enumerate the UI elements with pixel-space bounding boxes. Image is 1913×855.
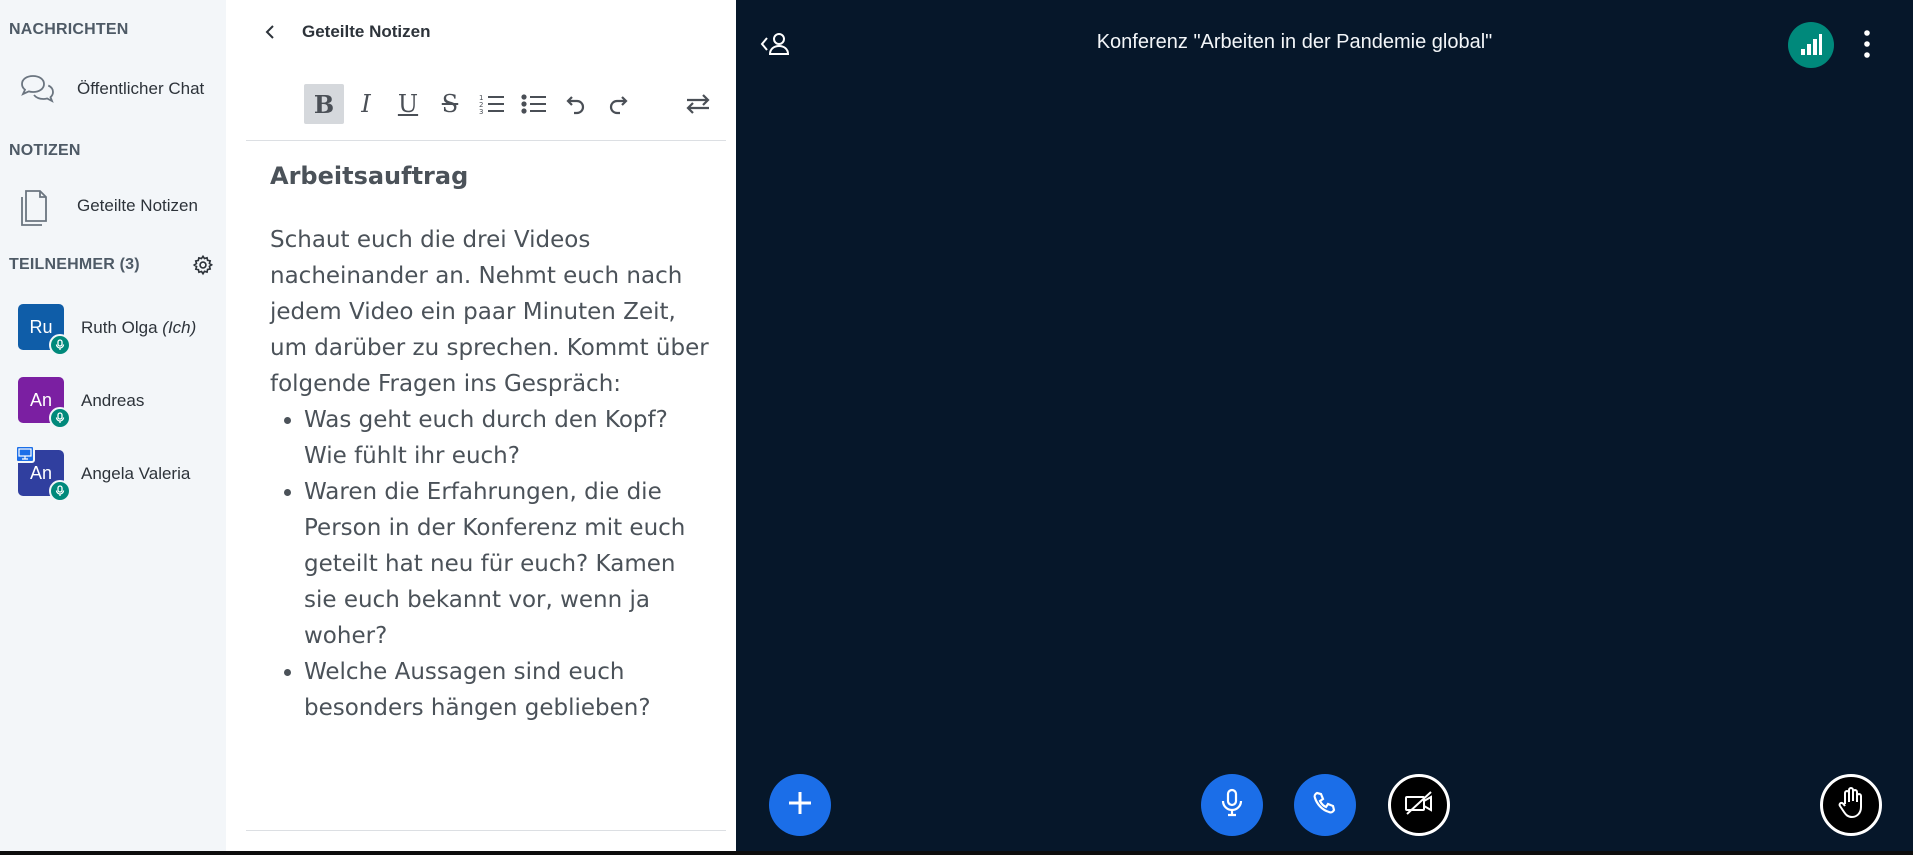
meeting-title: Konferenz "Arbeiten in der Pandemie glob… [1096,31,1493,53]
phone-icon [1312,790,1338,821]
hand-icon [1836,786,1866,824]
participant-ruth-olga[interactable]: Ru Ruth Olga (Ich) [0,296,226,358]
participant-angela-valeria[interactable]: An Angela Valeria [0,442,226,504]
participant-name: Angela Valeria [81,464,191,483]
notes-editor[interactable]: Arbeitsauftrag Schaut euch die drei Vide… [270,158,710,726]
microphone-icon [1220,788,1244,823]
user-list-panel: NACHRICHTEN Öffentlicher Chat NOTIZEN Ge… [0,0,226,855]
ordered-list-button[interactable]: 123 [472,84,512,124]
shared-notes-label: Geteilte Notizen [77,196,198,215]
share-camera-button[interactable] [1388,774,1450,836]
list-item: Was geht euch durch den Kopf? Wie fühlt … [304,402,710,474]
notes-heading: Arbeitsauftrag [270,162,469,190]
leave-audio-button[interactable] [1294,774,1356,836]
chat-icon [16,68,56,108]
underline-button[interactable]: U [388,84,428,124]
window-bottom-edge [0,851,1913,855]
participants-section-title: TEILNEHMER (3) [9,256,140,273]
participant-andreas[interactable]: An Andreas [0,369,226,431]
editor-toolbar: B I U S 123 [246,80,726,141]
italic-button[interactable]: I [346,84,386,124]
document-icon [16,185,56,226]
plus-icon [786,789,814,822]
more-options-icon[interactable] [1860,28,1874,65]
redo-button[interactable] [598,84,638,124]
bold-button[interactable]: B [304,84,344,124]
unordered-list-button[interactable] [514,84,554,124]
public-chat-item[interactable]: Öffentlicher Chat [0,58,226,118]
notes-title: Geteilte Notizen [302,22,431,41]
undo-button[interactable] [556,84,596,124]
conference-main-area: Konferenz "Arbeiten in der Pandemie glob… [736,0,1913,855]
shared-notes-panel: Geteilte Notizen B I U S 123 Arbeitsauft… [226,0,736,855]
actions-plus-button[interactable] [769,774,831,836]
presenter-icon [15,445,35,463]
participant-name-text: Ruth Olga [81,318,158,337]
participant-name: Andreas [81,391,145,410]
participant-name: Ruth Olga (Ich) [81,318,196,338]
messages-section-title: NACHRICHTEN [9,21,129,38]
microphone-icon [49,334,71,356]
raise-hand-button[interactable] [1820,774,1882,836]
gear-icon[interactable] [192,254,214,281]
shared-notes-item[interactable]: Geteilte Notizen [0,175,226,235]
text-direction-button[interactable] [678,84,718,124]
list-item: Welche Aussagen sind euch besonders häng… [304,654,710,726]
svg-text:3: 3 [479,108,483,115]
self-marker: (Ich) [162,318,197,337]
notes-bullet-list: Was geht euch durch den Kopf? Wie fühlt … [270,402,710,726]
list-item: Waren die Erfahrungen, die die Person in… [304,474,710,654]
microphone-icon [49,407,71,429]
chevron-left-icon[interactable] [262,22,278,47]
notes-section-title: NOTIZEN [9,142,81,159]
strikethrough-button[interactable]: S [430,84,470,124]
camera-off-icon [1403,790,1435,821]
divider [246,830,726,831]
notes-paragraph: Schaut euch die drei Videos nacheinander… [270,227,709,397]
connection-status-icon[interactable] [1788,22,1834,68]
public-chat-label: Öffentlicher Chat [77,79,205,98]
microphone-button[interactable] [1201,774,1263,836]
microphone-icon [49,480,71,502]
